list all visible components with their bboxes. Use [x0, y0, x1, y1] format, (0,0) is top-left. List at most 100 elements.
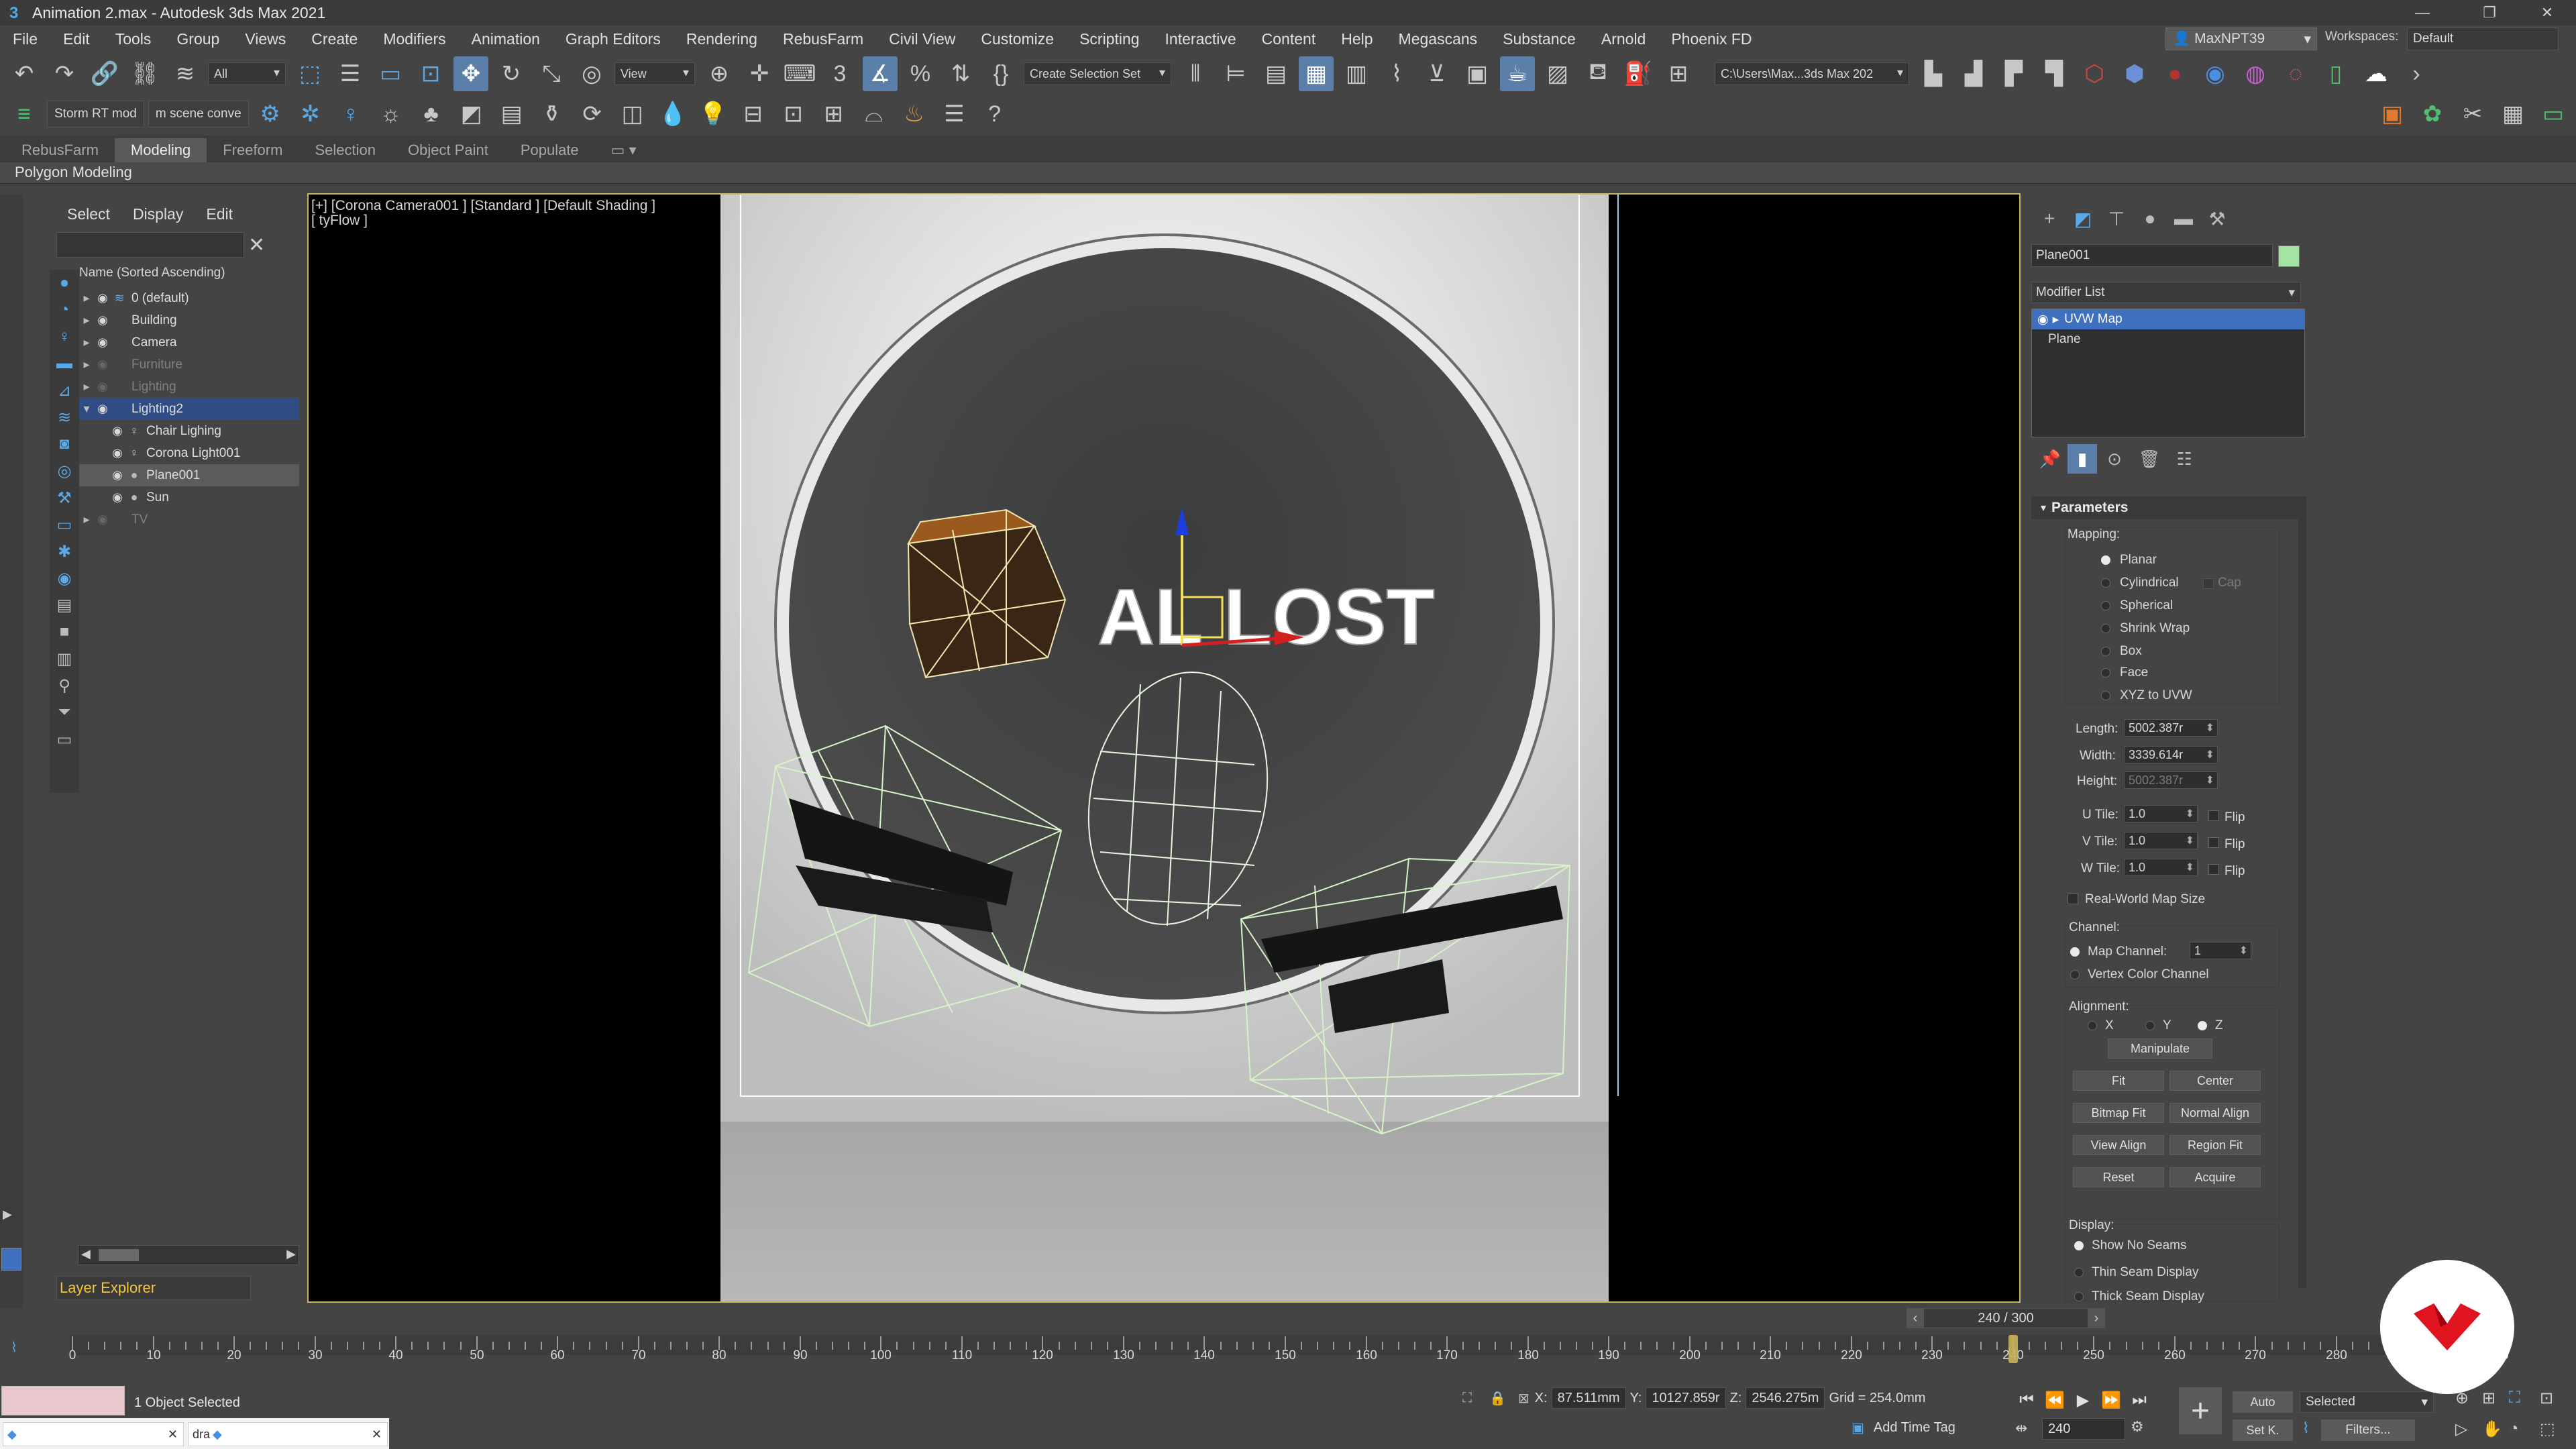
key-filters-button[interactable]: Filters...: [2321, 1419, 2415, 1441]
eye-icon[interactable]: ◉: [94, 402, 111, 416]
go-to-end-icon[interactable]: ⏭: [2125, 1387, 2153, 1413]
play-icon[interactable]: ▶: [2069, 1387, 2097, 1413]
menu-edit[interactable]: Edit: [50, 30, 103, 48]
expand-arrow-icon[interactable]: ▸: [79, 513, 94, 527]
eye-icon[interactable]: ◉: [109, 490, 126, 504]
project-set-icon[interactable]: ▙: [1916, 56, 1951, 91]
eye-icon[interactable]: ◉: [109, 468, 126, 482]
clear-search-icon[interactable]: ✕: [248, 233, 265, 257]
zoom-all-icon[interactable]: ⊞: [2482, 1389, 2496, 1408]
select-object-icon[interactable]: ⬚: [292, 56, 327, 91]
filter-shapes-icon[interactable]: ◔: [50, 297, 79, 323]
scene-explorer-icon[interactable]: ▤: [1258, 56, 1293, 91]
corona-scatter-icon[interactable]: ◌: [2278, 56, 2313, 91]
auto-key-button[interactable]: Auto: [2233, 1391, 2293, 1413]
time-slider-next-icon[interactable]: ›: [2088, 1308, 2105, 1328]
ribbon-panel[interactable]: Polygon Modeling: [0, 162, 2576, 184]
rotate-icon[interactable]: ↻: [494, 56, 529, 91]
height-spinner[interactable]: 5002.387r: [2124, 771, 2218, 789]
menu-interactive[interactable]: Interactive: [1152, 30, 1249, 48]
scroll-thumb[interactable]: [99, 1249, 139, 1261]
pin-stack-icon[interactable]: 📌: [2033, 444, 2068, 474]
expand-arrow-icon[interactable]: ▸: [79, 358, 94, 372]
corona-light-icon[interactable]: ◉: [2198, 56, 2233, 91]
utile-spinner[interactable]: 1.0: [2124, 805, 2198, 822]
create-tab-icon[interactable]: +: [2033, 204, 2066, 233]
reset-button[interactable]: Reset: [2073, 1167, 2164, 1187]
tree-row[interactable]: ◉ ♀ Corona Light001: [79, 442, 299, 464]
viewport-label[interactable]: [+] [Corona Camera001 ] [Standard ] [Def…: [311, 199, 655, 228]
storm-rt-button[interactable]: Storm RT mod: [47, 101, 144, 127]
hat-icon[interactable]: ⌓: [857, 97, 892, 131]
motion-tab-icon[interactable]: ●: [2133, 204, 2167, 233]
tab-freeform[interactable]: Freeform: [207, 138, 299, 162]
normal-align-button[interactable]: Normal Align: [2169, 1103, 2261, 1123]
cap-checkbox[interactable]: [2203, 578, 2214, 589]
tree-icon[interactable]: ♣: [414, 97, 449, 131]
export-icon[interactable]: ⊡: [776, 97, 811, 131]
zoom-region-icon[interactable]: ⊡: [2540, 1389, 2553, 1408]
eye-icon[interactable]: ◉: [109, 424, 126, 438]
maximize-icon[interactable]: ❐: [2461, 0, 2518, 25]
scale-icon[interactable]: ⤡: [534, 56, 569, 91]
select-none-icon[interactable]: ■: [50, 619, 79, 645]
eye-icon[interactable]: ◉: [94, 313, 111, 327]
expand-arrow-icon[interactable]: ▸: [79, 291, 94, 305]
expand-arrow-icon[interactable]: ▸: [79, 313, 94, 327]
modifier-list-dropdown[interactable]: Modifier List: [2031, 282, 2301, 303]
light-bulb-icon[interactable]: ♀: [333, 97, 368, 131]
layer-manager-icon[interactable]: ▭: [50, 726, 79, 753]
radio-xyz-to-uvw[interactable]: [2101, 691, 2110, 700]
reload-icon[interactable]: ⟳: [575, 97, 610, 131]
radio-spherical[interactable]: [2101, 601, 2110, 610]
absolute-mode-icon[interactable]: ⊠: [1518, 1390, 1529, 1407]
modify-tab-icon[interactable]: ◩: [2066, 204, 2100, 233]
dependencies-icon[interactable]: ⚲: [50, 672, 79, 699]
radio-planar[interactable]: [2101, 555, 2110, 565]
layer-explorer-icon[interactable]: ▦: [1299, 56, 1334, 91]
go-to-start-icon[interactable]: ⏮: [2012, 1387, 2041, 1413]
cube-icon[interactable]: ◫: [615, 97, 650, 131]
menu-animation[interactable]: Animation: [459, 30, 553, 48]
bulb-icon[interactable]: 💡: [696, 97, 731, 131]
script-tab-1[interactable]: ◆ ✕: [3, 1422, 184, 1446]
radio-align-x[interactable]: [2088, 1021, 2097, 1030]
fov-icon[interactable]: ▷: [2455, 1419, 2467, 1439]
tree-row[interactable]: ▸ ◉ Camera: [79, 331, 299, 354]
fire-icon[interactable]: ♨: [897, 97, 932, 131]
radio-show-no-seams[interactable]: [2074, 1241, 2084, 1250]
camera-icon[interactable]: ◩: [454, 97, 489, 131]
hierarchy-tab-icon[interactable]: ⊤: [2100, 204, 2133, 233]
pivot-center-icon[interactable]: ⊕: [702, 56, 737, 91]
filter-helpers-icon[interactable]: ⊿: [50, 377, 79, 404]
project-config-icon[interactable]: ▜: [2037, 56, 2072, 91]
plugin-tools-icon[interactable]: ✂: [2455, 97, 2490, 131]
corona-converter-icon[interactable]: ▯: [2318, 56, 2353, 91]
parameters-header[interactable]: ▾ Parameters: [2031, 496, 2300, 519]
menu-file[interactable]: File: [0, 30, 50, 48]
menu-help[interactable]: Help: [1328, 30, 1385, 48]
tab-populate[interactable]: Populate: [504, 138, 595, 162]
render-setup-icon[interactable]: ☕: [1500, 56, 1535, 91]
explorer-horizontal-scrollbar[interactable]: ◀ ▶: [78, 1245, 299, 1265]
close-icon[interactable]: ✕: [2518, 0, 2576, 25]
region-fit-button[interactable]: Region Fit: [2169, 1135, 2261, 1155]
corona-proxy-icon[interactable]: ◍: [2238, 56, 2273, 91]
grid-icon[interactable]: ⊞: [816, 97, 851, 131]
teapot-icon[interactable]: ☁: [2359, 56, 2394, 91]
filter-containers-icon[interactable]: ▭: [50, 511, 79, 538]
align-icon[interactable]: ⊨: [1218, 56, 1253, 91]
close-icon[interactable]: ✕: [372, 1428, 382, 1442]
percent-snap-icon[interactable]: %: [903, 56, 938, 91]
pan-icon[interactable]: ✋: [2482, 1419, 2502, 1439]
eye-icon[interactable]: ◉: [94, 291, 111, 305]
radio-shrink-wrap[interactable]: [2101, 624, 2110, 633]
scroll-right-icon[interactable]: ▶: [286, 1247, 296, 1261]
filter-xrefs-icon[interactable]: ◎: [50, 458, 79, 484]
ribbon-options-icon[interactable]: ▭ ▾: [595, 138, 653, 162]
list-icon[interactable]: ▤: [494, 97, 529, 131]
angle-snap-icon[interactable]: ∡: [863, 56, 898, 91]
viewport-layout-icon[interactable]: [1, 1248, 21, 1271]
menu-views[interactable]: Views: [232, 30, 299, 48]
maximize-viewport-icon[interactable]: ⬚: [2540, 1419, 2555, 1439]
